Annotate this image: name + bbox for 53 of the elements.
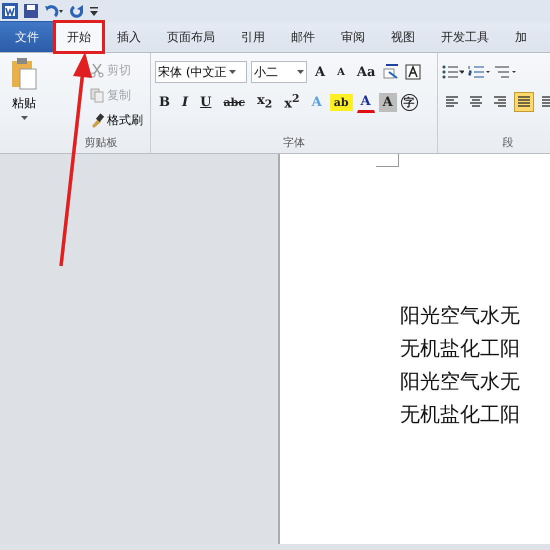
character-border-icon[interactable] — [405, 64, 422, 80]
ribbon-tab[interactable]: 视图 — [378, 21, 428, 52]
file-tab[interactable]: 文件 — [0, 21, 54, 52]
change-case-button[interactable]: Aa — [352, 62, 380, 82]
customize-menu-icon[interactable] — [90, 5, 98, 17]
ribbon-tab[interactable]: 加 — [502, 21, 540, 52]
strikethrough-button[interactable]: abc — [219, 94, 249, 110]
paste-icon[interactable] — [10, 57, 38, 91]
subscript-button[interactable]: x$_{2}$ — [252, 91, 276, 113]
ribbon-tab[interactable]: 开始 — [54, 21, 104, 53]
highlight-button[interactable]: ab — [330, 94, 353, 110]
grow-font-button[interactable]: A — [311, 62, 330, 82]
toolbar-button[interactable]: 格式刷 — [107, 112, 143, 128]
group-label: 段 — [502, 135, 514, 151]
word-logo-icon[interactable] — [2, 3, 18, 19]
redo-icon[interactable] — [70, 4, 84, 18]
paste-label[interactable]: 粘贴 — [12, 95, 36, 112]
dropdown-arrow-icon[interactable] — [297, 70, 304, 74]
shrink-font-button[interactable]: A — [333, 64, 349, 80]
justify-icon[interactable] — [514, 92, 534, 112]
undo-icon[interactable] — [44, 4, 64, 18]
superscript-button[interactable]: x$^{2}$ — [280, 90, 304, 114]
underline-button[interactable]: U — [196, 92, 216, 112]
numbered-list-icon[interactable] — [468, 64, 490, 80]
save-icon[interactable] — [24, 4, 38, 18]
font-size-value: 小二 — [254, 64, 279, 80]
font-size-dropdown[interactable]: 小二 — [251, 61, 307, 83]
ribbon-tab[interactable]: 开发工具 — [428, 21, 502, 52]
font-name-dropdown[interactable]: 宋体 (中文正 — [155, 61, 247, 83]
group-label: 剪贴板 — [84, 135, 118, 151]
font-color-button[interactable]: A — [356, 92, 375, 112]
enclose-character-button[interactable]: 字 — [400, 94, 418, 110]
ribbon-tab[interactable]: 页面布局 — [154, 21, 228, 52]
ribbon-tab[interactable]: 邮件 — [278, 21, 328, 52]
scissors-icon[interactable] — [90, 62, 104, 78]
group-label: 字体 — [282, 135, 306, 151]
document-text: 阳光空气水无 — [400, 368, 521, 395]
font-name-value: 宋体 (中文正 — [158, 64, 226, 80]
italic-button[interactable]: I — [178, 92, 192, 112]
ribbon-tab[interactable]: 插入 — [104, 21, 154, 52]
page-corner-mark — [376, 154, 399, 167]
document-text: 阳光空气水无 — [400, 302, 521, 329]
ribbon-tab[interactable]: 引用 — [228, 21, 278, 52]
document-text: 无机盐化工阳 — [400, 335, 521, 362]
bullet-list-icon[interactable] — [442, 64, 464, 80]
dropdown-arrow-icon[interactable] — [20, 116, 28, 120]
dropdown-arrow-icon[interactable] — [228, 70, 236, 74]
multilevel-list-icon[interactable] — [494, 64, 516, 80]
document-text: 无机盐化工阳 — [400, 401, 521, 428]
bold-button[interactable]: B — [155, 92, 174, 112]
ribbon-tab[interactable]: 审阅 — [328, 21, 378, 52]
brush-icon[interactable] — [90, 112, 104, 128]
character-shading-button[interactable]: A — [378, 92, 397, 112]
